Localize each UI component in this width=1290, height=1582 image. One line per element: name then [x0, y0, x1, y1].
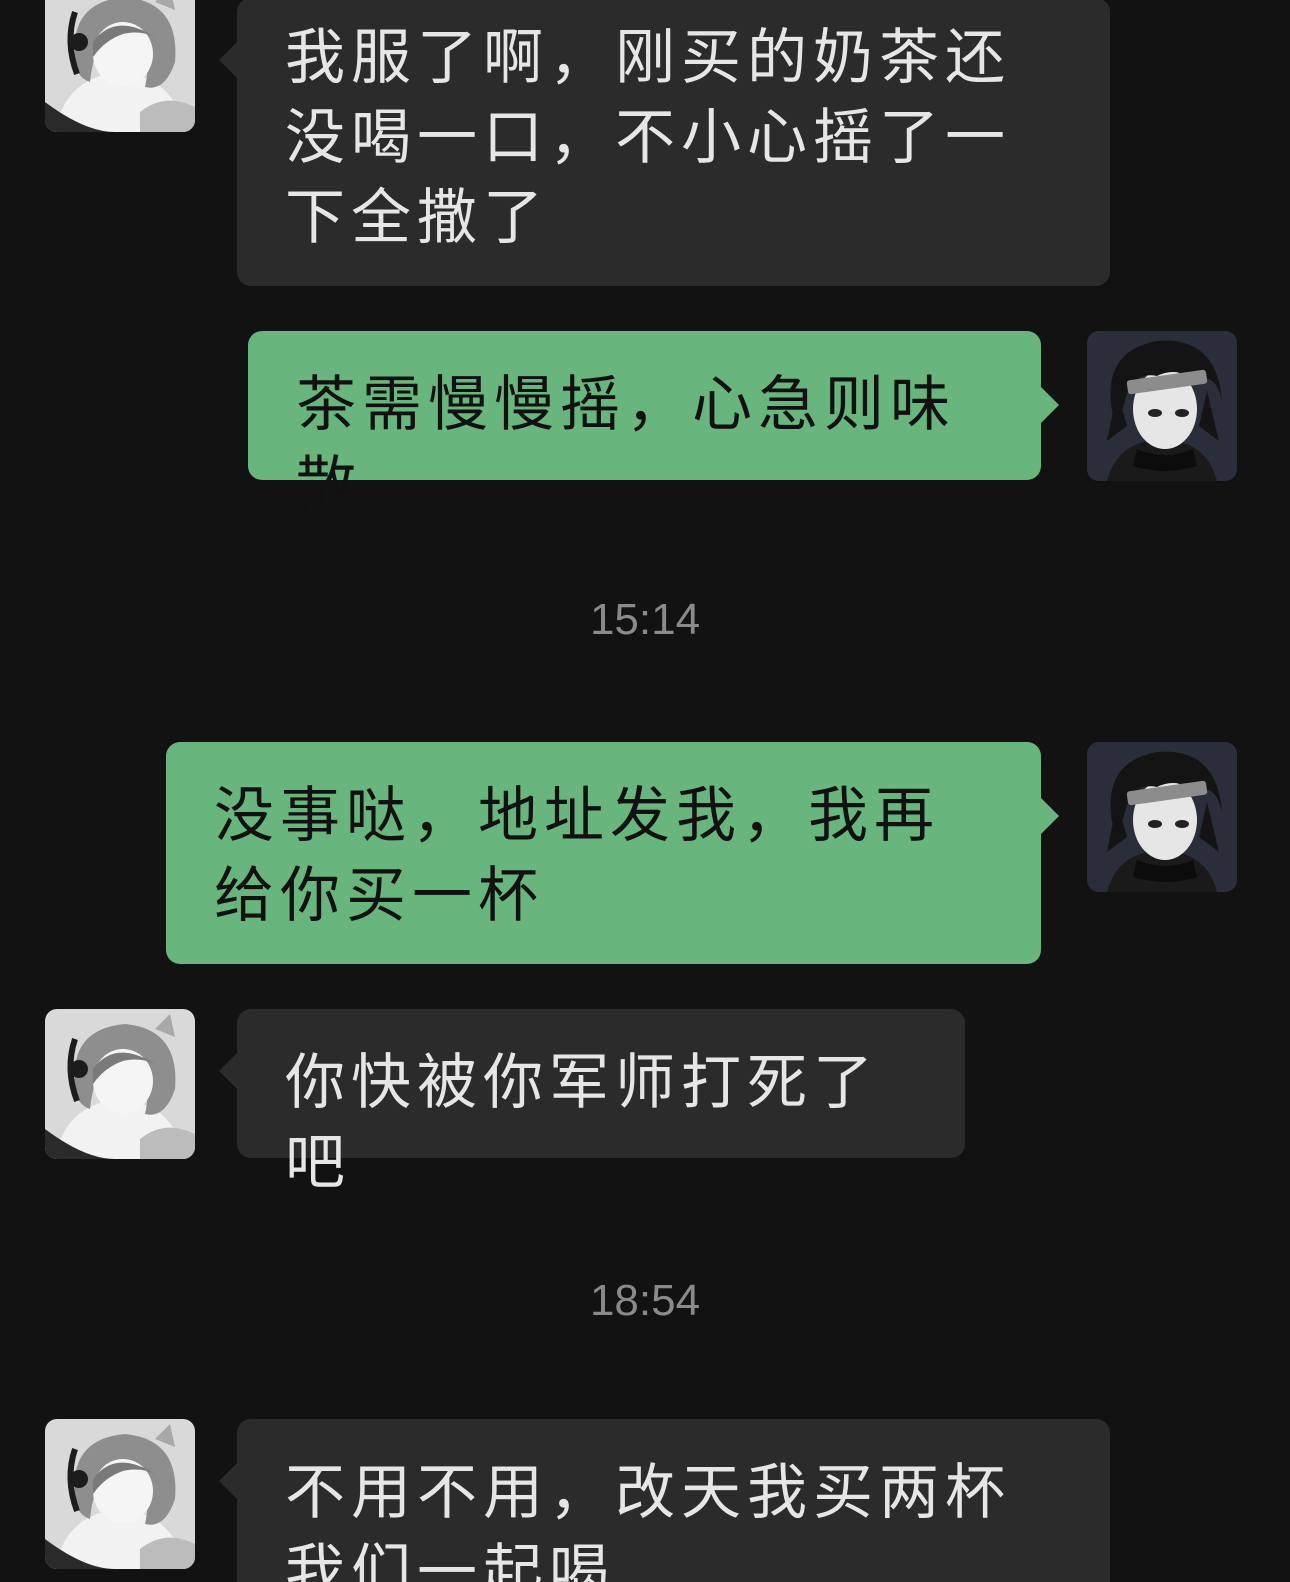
- anime-girl-avatar-icon: [45, 1009, 195, 1159]
- outgoing-message-bubble[interactable]: 茶需慢慢摇，心急则味散: [248, 331, 1059, 520]
- anime-girl-avatar-icon: [45, 0, 195, 132]
- contact-avatar[interactable]: [45, 1419, 195, 1569]
- contact-avatar[interactable]: [45, 0, 195, 132]
- contact-avatar[interactable]: [45, 1009, 195, 1159]
- anime-girl-avatar-icon: [45, 1419, 195, 1569]
- incoming-message-bubble[interactable]: 你快被你军师打死了吧: [219, 1009, 965, 1198]
- self-avatar[interactable]: [1087, 742, 1237, 892]
- self-avatar[interactable]: [1087, 331, 1237, 481]
- incoming-message-bubble[interactable]: 不用不用，改天我买两杯我们一起喝: [219, 1419, 1110, 1582]
- anime-ninja-avatar-icon: [1087, 742, 1237, 892]
- chat-scroll-area[interactable]: 我服了啊，刚买的奶茶还没喝一口，不小心摇了一下全撒了 茶需慢慢摇，心急则味散 1…: [0, 0, 1290, 1582]
- outgoing-message-bubble[interactable]: 没事哒，地址发我，我再给你买一杯: [166, 742, 1059, 964]
- timestamp: 15:14: [589, 595, 701, 644]
- anime-ninja-avatar-icon: [1087, 331, 1237, 481]
- timestamp: 18:54: [589, 1276, 701, 1325]
- incoming-message-bubble[interactable]: 我服了啊，刚买的奶茶还没喝一口，不小心摇了一下全撒了: [219, 0, 1110, 286]
